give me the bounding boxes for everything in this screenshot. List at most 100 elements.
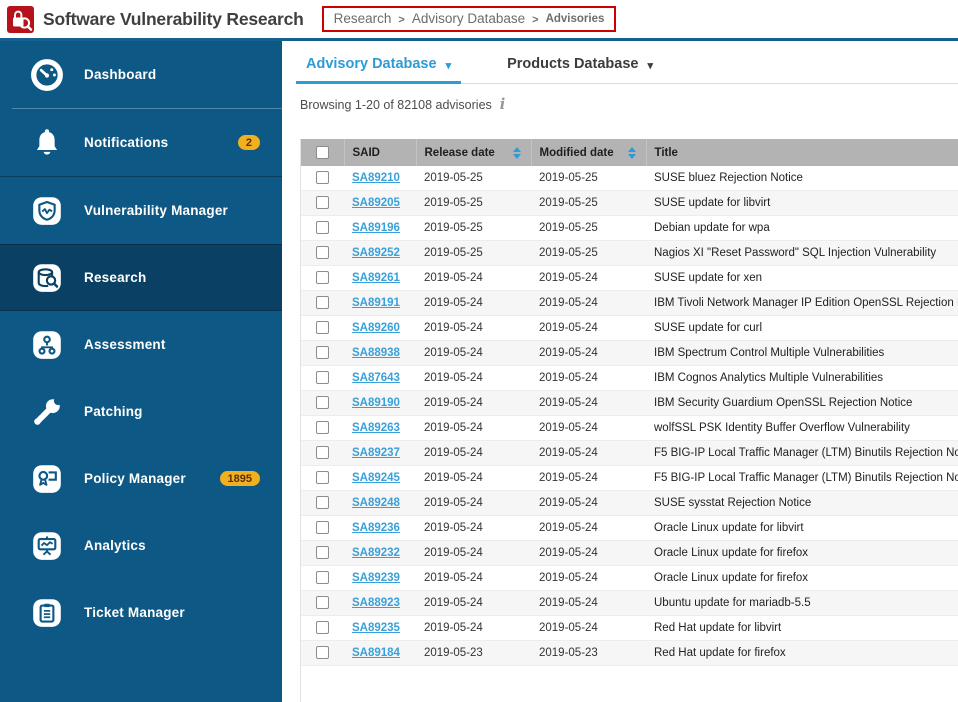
- said-link[interactable]: SA89210: [352, 172, 400, 184]
- table-row: SA89235 2019-05-24 2019-05-24 Red Hat up…: [301, 615, 958, 641]
- sort-icon[interactable]: [627, 146, 638, 159]
- said-cell: SA88938: [344, 340, 416, 366]
- said-link[interactable]: SA89196: [352, 222, 400, 234]
- modified-date-cell: 2019-05-24: [531, 540, 646, 566]
- said-link[interactable]: SA89261: [352, 272, 400, 284]
- top-bar: Software Vulnerability Research Research…: [0, 0, 958, 38]
- said-link[interactable]: SA89252: [352, 247, 400, 259]
- row-checkbox[interactable]: [316, 246, 329, 260]
- title-cell: Ubuntu update for mariadb-5.5: [646, 590, 958, 616]
- row-checkbox-cell: [301, 440, 344, 466]
- row-checkbox[interactable]: [316, 596, 329, 610]
- said-link[interactable]: SA87643: [352, 372, 400, 384]
- chevron-down-icon: ▾: [647, 59, 653, 72]
- column-header-modified-date[interactable]: Modified date: [531, 139, 647, 166]
- release-date-cell: 2019-05-25: [416, 240, 531, 266]
- sidebar-item-label: Vulnerability Manager: [84, 203, 228, 218]
- sidebar-item-vulnerability-manager[interactable]: Vulnerability Manager: [0, 177, 282, 244]
- table-row: SA89190 2019-05-24 2019-05-24 IBM Securi…: [301, 390, 958, 416]
- row-checkbox[interactable]: [316, 421, 329, 435]
- modified-date-cell: 2019-05-24: [531, 415, 646, 441]
- said-link[interactable]: SA89237: [352, 447, 400, 459]
- modified-date-cell: 2019-05-24: [531, 265, 646, 291]
- said-link[interactable]: SA89184: [352, 647, 400, 659]
- row-checkbox[interactable]: [316, 271, 329, 285]
- release-date-cell: 2019-05-24: [416, 440, 531, 466]
- tab-products-database[interactable]: Products Database ▾: [497, 41, 663, 84]
- said-link[interactable]: SA89232: [352, 547, 400, 559]
- row-checkbox[interactable]: [316, 471, 329, 485]
- info-icon[interactable]: i: [500, 96, 506, 113]
- modified-date-cell: 2019-05-24: [531, 515, 646, 541]
- table-row: SA89248 2019-05-24 2019-05-24 SUSE sysst…: [301, 490, 958, 516]
- app-window: Software Vulnerability Research Research…: [0, 0, 958, 702]
- tab-advisory-database[interactable]: Advisory Database ▾: [296, 41, 462, 84]
- said-link[interactable]: SA89260: [352, 322, 400, 334]
- sidebar-item-label: Ticket Manager: [84, 605, 185, 620]
- said-link[interactable]: SA89235: [352, 622, 400, 634]
- sidebar-item-label: Policy Manager: [84, 471, 186, 486]
- sidebar-item-notifications[interactable]: Notifications 2: [0, 109, 282, 176]
- sidebar: Dashboard Notifications 2 Vulnerability …: [0, 41, 282, 702]
- said-link[interactable]: SA89205: [352, 197, 400, 209]
- sort-icon[interactable]: [512, 146, 523, 159]
- title-cell: SUSE update for xen: [646, 265, 958, 291]
- sidebar-item-ticket-manager[interactable]: Ticket Manager: [0, 579, 282, 646]
- select-all-checkbox[interactable]: [315, 146, 329, 159]
- row-checkbox[interactable]: [316, 296, 329, 310]
- modified-date-cell: 2019-05-25: [531, 240, 646, 266]
- breadcrumb-advisory-database[interactable]: Advisory Database: [412, 11, 525, 26]
- said-link[interactable]: SA89248: [352, 497, 400, 509]
- modified-date-cell: 2019-05-24: [531, 590, 646, 616]
- sidebar-item-patching[interactable]: Patching: [0, 378, 282, 445]
- said-link[interactable]: SA89239: [352, 572, 400, 584]
- release-date-cell: 2019-05-24: [416, 515, 531, 541]
- said-cell: SA89196: [344, 215, 416, 241]
- sidebar-item-analytics[interactable]: Analytics: [0, 512, 282, 579]
- said-link[interactable]: SA89263: [352, 422, 400, 434]
- said-link[interactable]: SA89236: [352, 522, 400, 534]
- said-link[interactable]: SA89245: [352, 472, 400, 484]
- row-checkbox[interactable]: [316, 571, 329, 585]
- said-link[interactable]: SA89190: [352, 397, 400, 409]
- modified-date-cell: 2019-05-25: [531, 166, 646, 191]
- breadcrumb-separator: >: [398, 13, 405, 26]
- row-checkbox[interactable]: [316, 321, 329, 335]
- breadcrumb-research[interactable]: Research: [334, 11, 392, 26]
- title-cell: IBM Tivoli Network Manager IP Edition Op…: [646, 290, 958, 316]
- row-checkbox[interactable]: [316, 521, 329, 535]
- said-link[interactable]: SA88938: [352, 347, 400, 359]
- table-row: SA89237 2019-05-24 2019-05-24 F5 BIG-IP …: [301, 440, 958, 466]
- row-checkbox[interactable]: [316, 371, 329, 385]
- row-checkbox[interactable]: [316, 346, 329, 360]
- sidebar-item-dashboard[interactable]: Dashboard: [0, 41, 282, 108]
- row-checkbox[interactable]: [316, 546, 329, 560]
- sidebar-item-research[interactable]: Research: [0, 244, 282, 311]
- row-checkbox[interactable]: [316, 621, 329, 635]
- said-cell: SA89237: [344, 440, 416, 466]
- title-cell: Red Hat update for firefox: [646, 640, 958, 666]
- row-checkbox[interactable]: [316, 221, 329, 235]
- row-checkbox[interactable]: [316, 446, 329, 460]
- title-cell: IBM Security Guardium OpenSSL Rejection …: [646, 390, 958, 416]
- sidebar-item-label: Analytics: [84, 538, 146, 553]
- row-checkbox[interactable]: [316, 171, 329, 185]
- column-label: SAID: [352, 146, 380, 159]
- sidebar-item-assessment[interactable]: Assessment: [0, 311, 282, 378]
- chevron-down-icon: ▾: [445, 59, 452, 72]
- said-link[interactable]: SA88923: [352, 597, 400, 609]
- modified-date-cell: 2019-05-24: [531, 490, 646, 516]
- title-cell: SUSE bluez Rejection Notice: [646, 166, 958, 191]
- row-checkbox-cell: [301, 590, 344, 616]
- column-header-release-date[interactable]: Release date: [416, 139, 532, 166]
- row-checkbox-cell: [301, 166, 344, 191]
- row-checkbox[interactable]: [316, 646, 329, 660]
- sidebar-item-policy-manager[interactable]: Policy Manager 1895: [0, 445, 282, 512]
- row-checkbox-cell: [301, 565, 344, 591]
- said-link[interactable]: SA89191: [352, 297, 400, 309]
- column-label: Title: [654, 146, 678, 159]
- row-checkbox[interactable]: [316, 196, 329, 210]
- row-checkbox[interactable]: [316, 396, 329, 410]
- row-checkbox[interactable]: [316, 496, 329, 510]
- modified-date-cell: 2019-05-24: [531, 365, 646, 391]
